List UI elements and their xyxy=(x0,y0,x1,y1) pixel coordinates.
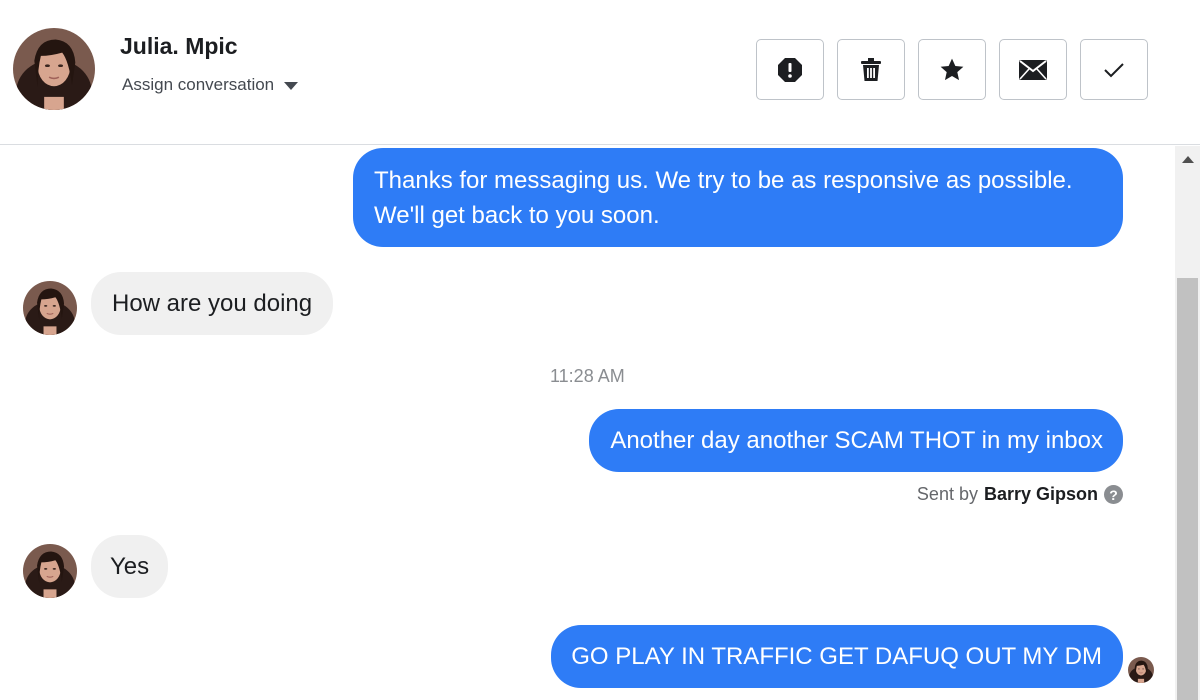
report-spam-button[interactable] xyxy=(756,39,824,100)
sender-name[interactable]: Barry Gipson xyxy=(984,484,1098,505)
sent-by-label: Sent by Barry Gipson ? xyxy=(917,484,1123,505)
trash-icon xyxy=(861,57,881,81)
chevron-down-icon xyxy=(284,82,299,90)
message-text: Thanks for messaging us. We try to be as… xyxy=(374,167,1073,229)
star-icon xyxy=(940,58,964,80)
help-icon[interactable]: ? xyxy=(1104,485,1123,504)
contact-avatar-small[interactable] xyxy=(23,281,77,335)
envelope-icon xyxy=(1019,59,1047,80)
mark-done-button[interactable] xyxy=(1080,39,1148,100)
outgoing-message[interactable]: GO PLAY IN TRAFFIC GET DAFUQ OUT MY DM xyxy=(551,625,1123,688)
outgoing-message[interactable]: Another day another SCAM THOT in my inbo… xyxy=(589,409,1123,472)
incoming-message[interactable]: Yes xyxy=(91,535,169,598)
alert-octagon-icon xyxy=(778,57,802,82)
contact-avatar[interactable] xyxy=(13,28,95,110)
scrollbar-thumb[interactable] xyxy=(1177,278,1198,700)
delete-button[interactable] xyxy=(837,39,905,100)
scroll-up-arrow-icon[interactable] xyxy=(1182,156,1194,163)
conversation-toolbar xyxy=(756,39,1148,100)
mark-unread-button[interactable] xyxy=(999,39,1067,100)
thread-scrollbar[interactable] xyxy=(1175,146,1200,700)
outgoing-message[interactable]: Thanks for messaging us. We try to be as… xyxy=(353,148,1123,247)
checkmark-icon xyxy=(1104,62,1124,77)
star-button[interactable] xyxy=(918,39,986,100)
conversation-header: Julia. Mpic Assign conversation xyxy=(0,0,1200,145)
sent-by-prefix: Sent by xyxy=(916,484,978,504)
read-receipt-avatar xyxy=(1128,657,1154,683)
message-thread[interactable]: Thanks for messaging us. We try to be as… xyxy=(0,146,1175,700)
message-text: Yes xyxy=(110,553,150,580)
contact-name[interactable]: Julia. Mpic xyxy=(120,33,238,60)
contact-avatar-small[interactable] xyxy=(23,544,77,598)
message-text: How are you doing xyxy=(112,290,313,317)
message-text: GO PLAY IN TRAFFIC GET DAFUQ OUT MY DM xyxy=(571,643,1102,670)
message-timestamp: 11:28 AM xyxy=(550,366,625,386)
message-text: Another day another SCAM THOT in my inbo… xyxy=(610,427,1103,454)
incoming-message[interactable]: How are you doing xyxy=(91,272,334,335)
assign-conversation-label: Assign conversation xyxy=(122,75,275,94)
assign-conversation-dropdown[interactable]: Assign conversation xyxy=(122,75,299,95)
